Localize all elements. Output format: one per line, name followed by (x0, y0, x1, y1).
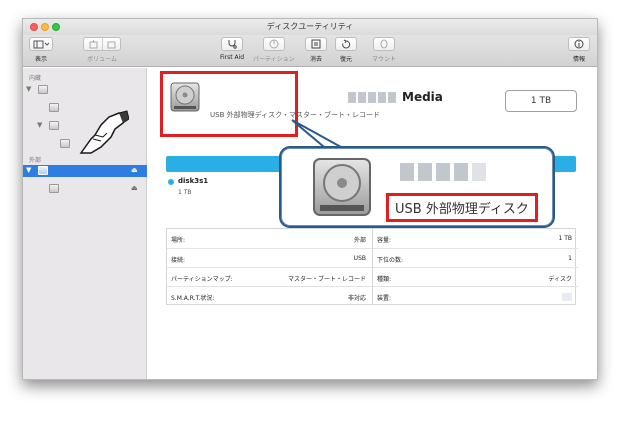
pie-partition-icon (269, 39, 279, 49)
sidebar-item-internal-disk[interactable]: ▼ (23, 84, 147, 96)
volume-buttons[interactable] (83, 37, 121, 51)
info-row: 容量: 1 TB (377, 235, 572, 244)
zoom-callout: USB 外部物理ディスク (281, 148, 553, 226)
redacted-block (400, 163, 414, 181)
sidebar: 内蔵 ▼ ▼ 外部 ▼ ⏏ ⏏ (23, 68, 147, 379)
sidebar-item-external-disk[interactable]: ▼ ⏏ (23, 165, 147, 177)
redacted-block (472, 163, 486, 181)
view-button[interactable] (29, 37, 53, 51)
info-control[interactable]: 情報 (568, 37, 590, 63)
erase-icon (311, 39, 321, 49)
title-bar: ディスクユーティリティ (23, 19, 597, 35)
drive-icon (38, 85, 48, 94)
redacted-block (436, 163, 450, 181)
window-title: ディスクユーティリティ (266, 22, 354, 31)
restore-button[interactable] (335, 37, 357, 51)
restore-icon (342, 39, 351, 49)
info-row: 種類: ディスク (373, 267, 578, 286)
drive-icon (60, 139, 70, 148)
toolbar: 表示 ボリューム First Aid パーティション 消去 復元 マウント 情報 (23, 35, 597, 67)
partition-name: disk3s1 (178, 177, 209, 185)
eject-icon[interactable]: ⏏ (131, 166, 138, 174)
partition-size: 1 TB (178, 189, 192, 196)
firstaid-control[interactable]: First Aid (220, 37, 244, 61)
info-row: 下位の数: 1 (373, 248, 578, 267)
disclosure-open-icon[interactable]: ▼ (26, 85, 31, 93)
erase-label: 消去 (309, 56, 322, 63)
sidebar-item-external-volume[interactable]: ⏏ (23, 183, 147, 195)
hard-drive-icon (170, 82, 200, 112)
info-table: 場所: 外部 接続: USB パーティションマップ: マスター・ブート・レコード S.… (166, 228, 578, 305)
restore-control[interactable]: 復元 (335, 37, 357, 63)
info-row: S.M.A.R.T.状況: 非対応 (167, 286, 372, 305)
info-button[interactable] (568, 37, 590, 51)
remove-volume-icon (107, 41, 116, 48)
callout-label: USB 外部物理ディスク (386, 193, 538, 222)
drive-icon (49, 121, 59, 130)
sidebar-header-internal: 内蔵 (29, 75, 42, 82)
mount-label: マウント (372, 56, 397, 63)
partition-label: パーティション (253, 56, 295, 63)
info-row: 場所: 外部 (171, 237, 366, 244)
hard-drive-icon (313, 158, 371, 216)
remove-volume-button[interactable] (102, 38, 120, 50)
sidebar-header-external: 外部 (29, 157, 42, 164)
erase-control[interactable]: 消去 (305, 37, 327, 63)
drive-icon (49, 103, 59, 112)
add-volume-button[interactable] (84, 38, 102, 50)
view-label: 表示 (34, 56, 47, 63)
erase-button[interactable] (305, 37, 327, 51)
disclosure-open-icon[interactable]: ▼ (37, 121, 42, 129)
drive-title: Media (348, 90, 443, 104)
disclosure-open-icon[interactable]: ▼ (26, 166, 31, 174)
volume-label: ボリューム (87, 56, 117, 63)
redacted-block (378, 91, 386, 103)
sidebar-icon (33, 40, 49, 48)
restore-label: 復元 (339, 56, 352, 63)
firstaid-label: First Aid (220, 54, 245, 61)
mount-control[interactable]: マウント (372, 37, 396, 63)
redacted-title (400, 163, 490, 181)
stethoscope-icon (228, 40, 237, 49)
partition-dot-icon (168, 179, 174, 185)
drive-icon (49, 184, 59, 193)
redacted-block (388, 91, 396, 103)
info-column-right: 容量: 1 TB 下位の数: 1 種類: ディスク 装置: (372, 229, 578, 305)
add-volume-icon (89, 39, 97, 48)
partition-button[interactable] (262, 37, 285, 51)
redacted-block (418, 163, 432, 181)
info-row: 装置: (373, 286, 578, 305)
mount-icon (380, 39, 388, 49)
capacity-badge: 1 TB (505, 90, 577, 112)
pointing-hand-icon (79, 110, 129, 154)
info-row: 接続: USB (167, 248, 372, 267)
info-row: パーティションマップ: マスター・ブート・レコード (167, 267, 372, 286)
redacted-block (368, 91, 376, 103)
redacted-block (358, 91, 366, 103)
eject-icon[interactable]: ⏏ (131, 184, 138, 192)
partition-control[interactable]: パーティション (253, 37, 295, 63)
info-label: 情報 (572, 56, 585, 63)
drive-name: Media (402, 90, 443, 104)
redacted-block (454, 163, 468, 181)
redacted-block (348, 91, 356, 103)
mount-button[interactable] (373, 37, 395, 51)
info-icon (574, 39, 584, 49)
volume-control[interactable]: ボリューム (83, 37, 121, 63)
drive-icon (38, 166, 48, 175)
firstaid-button[interactable] (221, 37, 244, 51)
view-control[interactable]: 表示 (29, 37, 53, 63)
